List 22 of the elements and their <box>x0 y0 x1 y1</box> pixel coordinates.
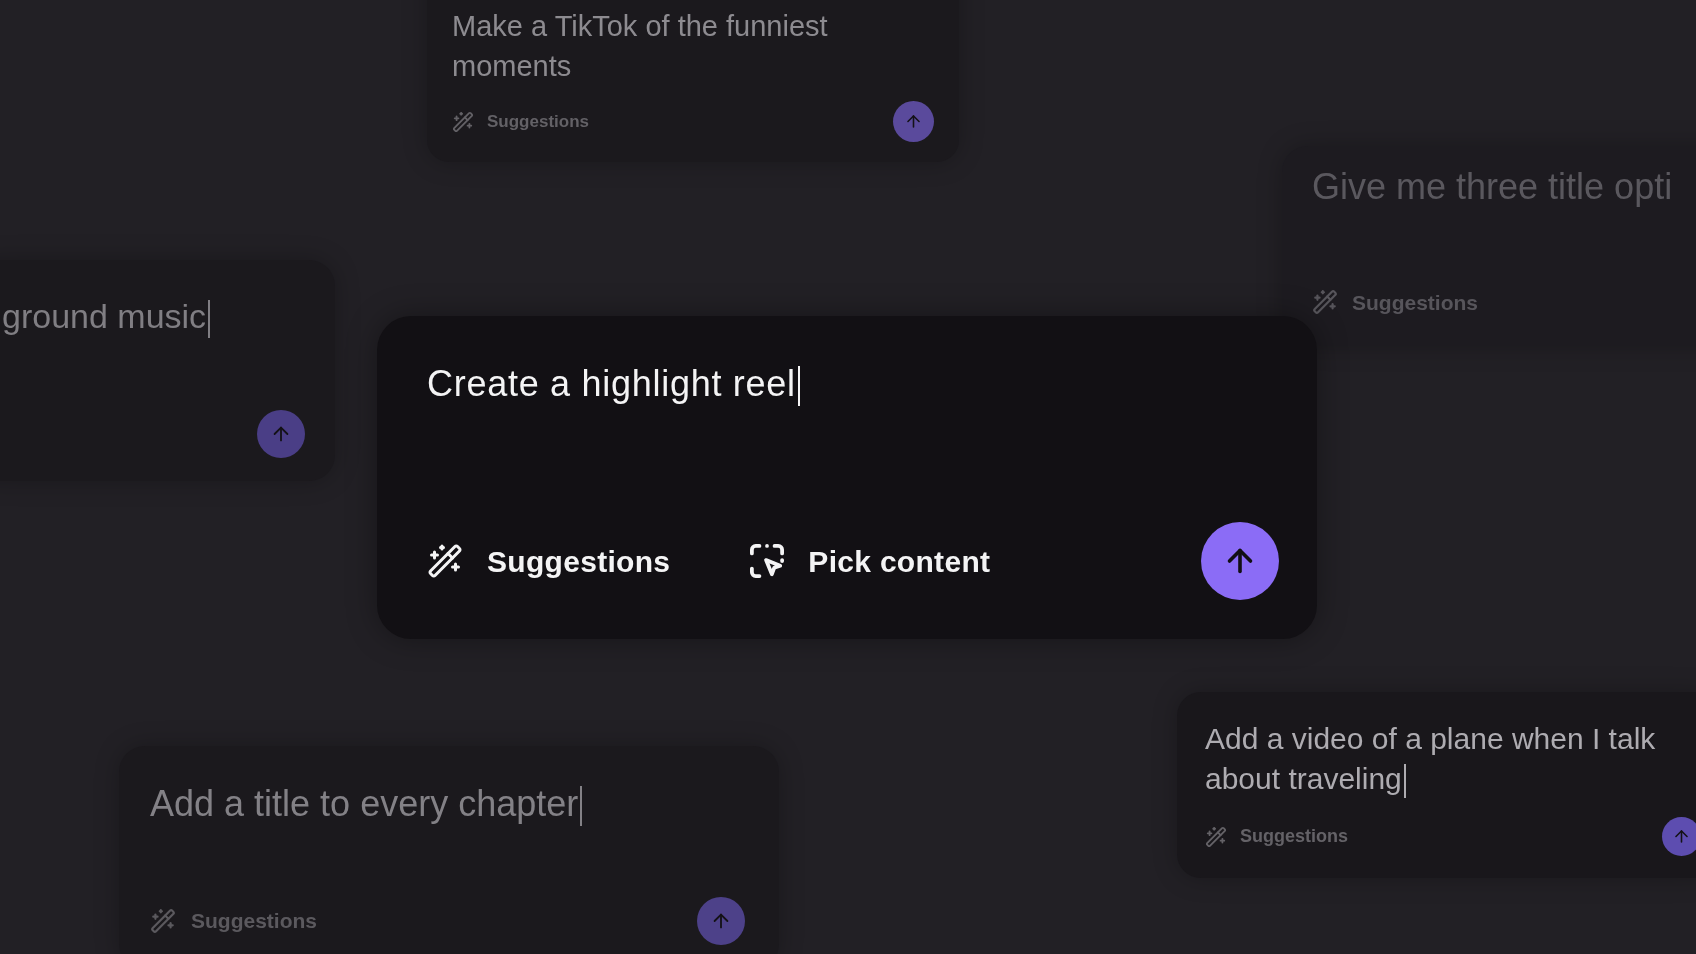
suggestions-button[interactable]: Suggestions <box>452 108 589 135</box>
suggestions-button[interactable]: Suggestions <box>150 905 317 937</box>
send-button[interactable] <box>893 101 934 142</box>
arrow-up-icon <box>904 112 923 131</box>
magic-wand-icon <box>452 110 474 133</box>
prompt-input[interactable]: Create a highlight reel <box>427 362 800 407</box>
prompt-input[interactable]: Give me three title opti <box>1312 165 1673 209</box>
suggestions-button[interactable]: Suggestions <box>1312 286 1478 318</box>
pick-content-button[interactable]: Pick content <box>750 538 991 584</box>
prompt-input[interactable]: ground music <box>2 295 211 338</box>
suggestions-button[interactable]: Suggestions <box>427 538 671 584</box>
magic-wand-icon <box>1312 289 1338 316</box>
magic-wand-icon <box>427 543 463 579</box>
prompt-input[interactable]: Make a TikTok of the funniest moments <box>452 6 934 86</box>
magic-wand-icon <box>150 908 176 934</box>
send-button[interactable] <box>697 897 745 945</box>
send-button[interactable] <box>1662 817 1696 856</box>
prompt-input[interactable]: Add a title to every chapter <box>150 782 583 827</box>
prompt-input[interactable]: Add a video of a plane when I talk about traveling <box>1205 719 1685 799</box>
suggestions-button[interactable]: Suggestions <box>1205 823 1348 850</box>
magic-wand-icon <box>1205 825 1227 848</box>
selection-pointer-icon <box>750 544 785 578</box>
